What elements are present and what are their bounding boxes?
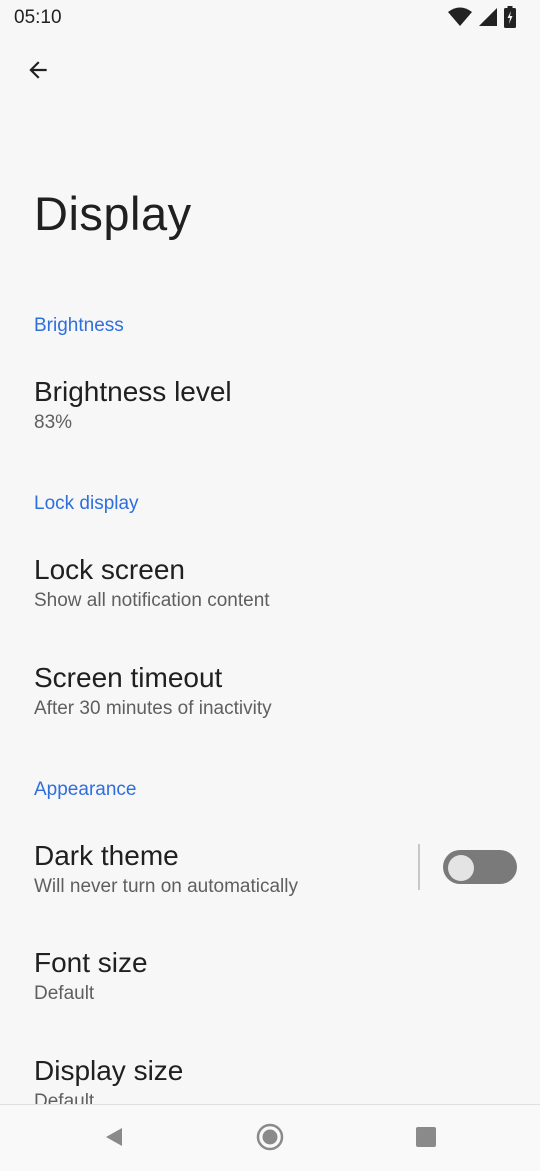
nav-back-button[interactable] [96, 1121, 132, 1157]
lock-screen-summary: Show all notification content [34, 590, 270, 611]
font-size-summary: Default [34, 983, 95, 1004]
status-time: 05:10 [14, 7, 62, 28]
nav-recents-button[interactable] [408, 1121, 444, 1157]
lock-screen-item[interactable]: Lock screen Show all notification conten… [0, 554, 540, 624]
status-icons [448, 6, 516, 33]
back-button[interactable] [16, 50, 60, 94]
recents-square-icon [415, 1126, 437, 1153]
arrow-back-icon [25, 57, 51, 88]
page-title: Display [34, 187, 192, 240]
section-header-lock-display: Lock display [34, 493, 139, 514]
font-size-item[interactable]: Font size Default [0, 947, 540, 1017]
screen-timeout-item[interactable]: Screen timeout After 30 minutes of inact… [0, 662, 540, 732]
display-size-title: Display size [34, 1055, 184, 1086]
dark-theme-summary: Will never turn on automatically [34, 876, 298, 897]
back-triangle-icon [102, 1125, 126, 1154]
cellular-signal-icon [478, 7, 498, 32]
brightness-level-title: Brightness level [34, 376, 232, 407]
status-bar: 05:10 [0, 0, 540, 34]
display-size-summary: Default [34, 1091, 95, 1104]
nav-home-button[interactable] [252, 1121, 288, 1157]
home-circle-icon [256, 1123, 284, 1156]
dark-theme-toggle[interactable] [441, 848, 519, 886]
vertical-divider [418, 844, 420, 890]
wifi-icon [448, 7, 472, 32]
battery-icon [504, 6, 516, 33]
navigation-bar [0, 1104, 540, 1171]
screen-timeout-summary: After 30 minutes of inactivity [34, 698, 272, 719]
brightness-level-value: 83% [34, 412, 73, 433]
lock-screen-title: Lock screen [34, 554, 185, 585]
section-header-appearance: Appearance [34, 779, 137, 800]
display-size-item[interactable]: Display size Default [0, 1055, 540, 1104]
toggle-thumb [448, 855, 474, 881]
section-header-brightness: Brightness [34, 315, 124, 336]
screen-timeout-title: Screen timeout [34, 662, 223, 693]
brightness-level-item[interactable]: Brightness level 83% [0, 376, 540, 446]
dark-theme-title: Dark theme [34, 840, 179, 871]
font-size-title: Font size [34, 947, 148, 978]
dark-theme-item[interactable]: Dark theme Will never turn on automatica… [0, 840, 410, 910]
